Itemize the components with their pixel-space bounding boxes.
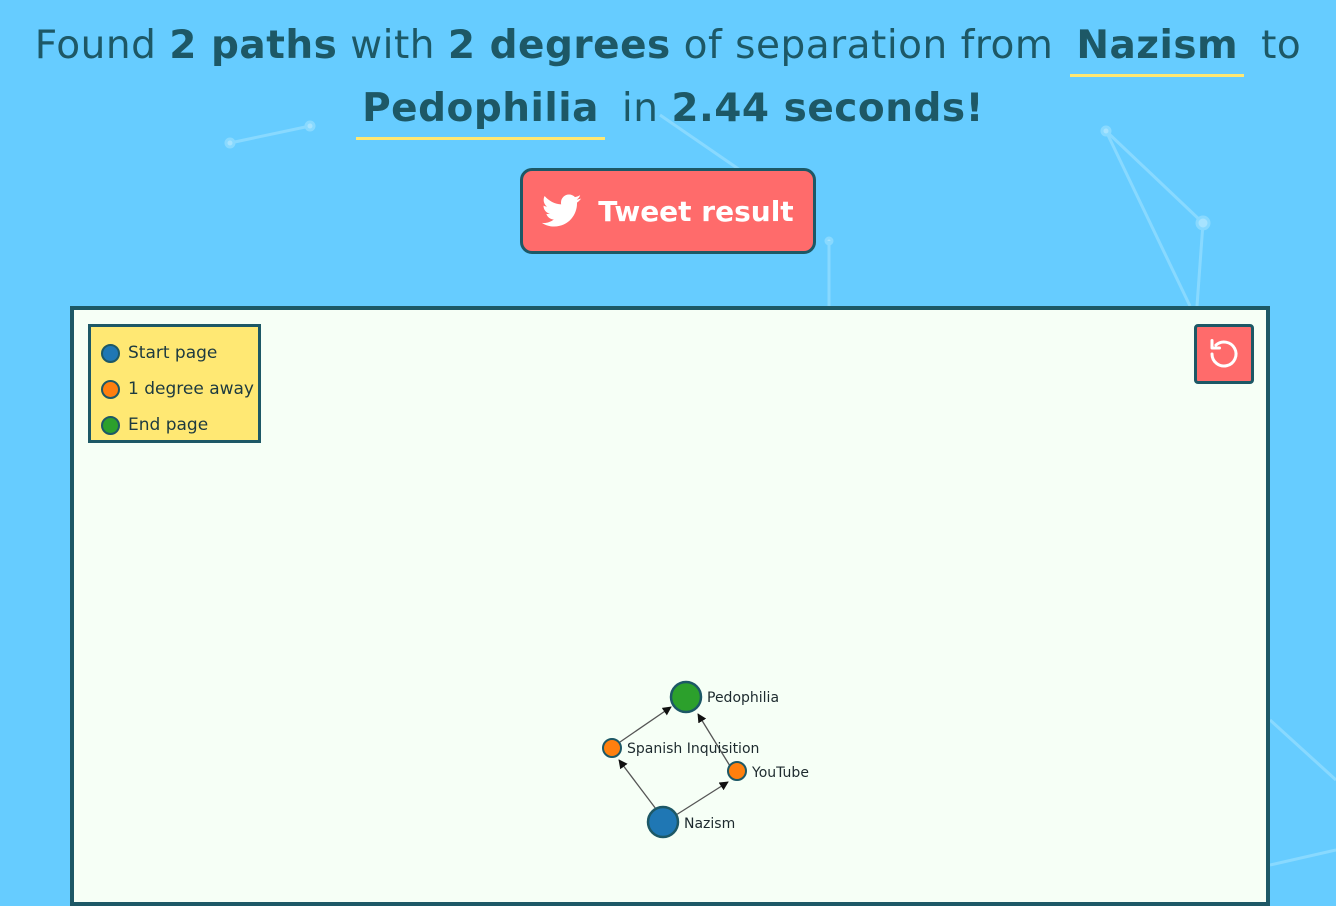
headline-separation-from: of separation from	[683, 23, 1054, 68]
graph-node-nazism[interactable]: Nazism	[646, 805, 735, 839]
headline-duration: 2.44 seconds!	[671, 86, 984, 131]
twitter-bird-icon	[542, 194, 582, 227]
headline-with: with	[350, 23, 435, 68]
graph-edge	[619, 706, 672, 743]
graph-edge	[618, 759, 657, 810]
start-page-name[interactable]: Nazism	[1070, 18, 1245, 77]
graph-node-pedophilia[interactable]: Pedophilia	[669, 680, 779, 714]
tweet-result-label: Tweet result	[598, 194, 794, 228]
node-label: Spanish Inquisition	[627, 741, 759, 757]
headline-in: in	[621, 86, 659, 131]
node-label: Pedophilia	[707, 690, 779, 706]
result-headline: Found 2 paths with 2 degrees of separati…	[0, 14, 1336, 140]
graph-edge	[675, 781, 729, 816]
graph-node-youtube[interactable]: YouTube	[727, 761, 809, 781]
graph-edge	[697, 713, 731, 767]
headline-found: Found	[34, 23, 157, 68]
headline-to: to	[1261, 23, 1302, 68]
graph-edges	[618, 706, 731, 816]
path-graph[interactable]: Pedophilia Spanish Inquisition YouTube N…	[74, 310, 1266, 873]
graph-panel[interactable]: Start page 1 degree away End page Pedoph…	[70, 306, 1270, 906]
node-label: YouTube	[751, 765, 809, 781]
headline-path-count: 2 paths	[169, 23, 338, 68]
end-page-name[interactable]: Pedophilia	[356, 81, 605, 140]
headline-degree-count: 2 degrees	[447, 23, 671, 68]
tweet-result-button[interactable]: Tweet result	[520, 168, 816, 254]
graph-node-spanish-inquisition[interactable]: Spanish Inquisition	[602, 738, 759, 758]
node-label: Nazism	[684, 816, 735, 832]
